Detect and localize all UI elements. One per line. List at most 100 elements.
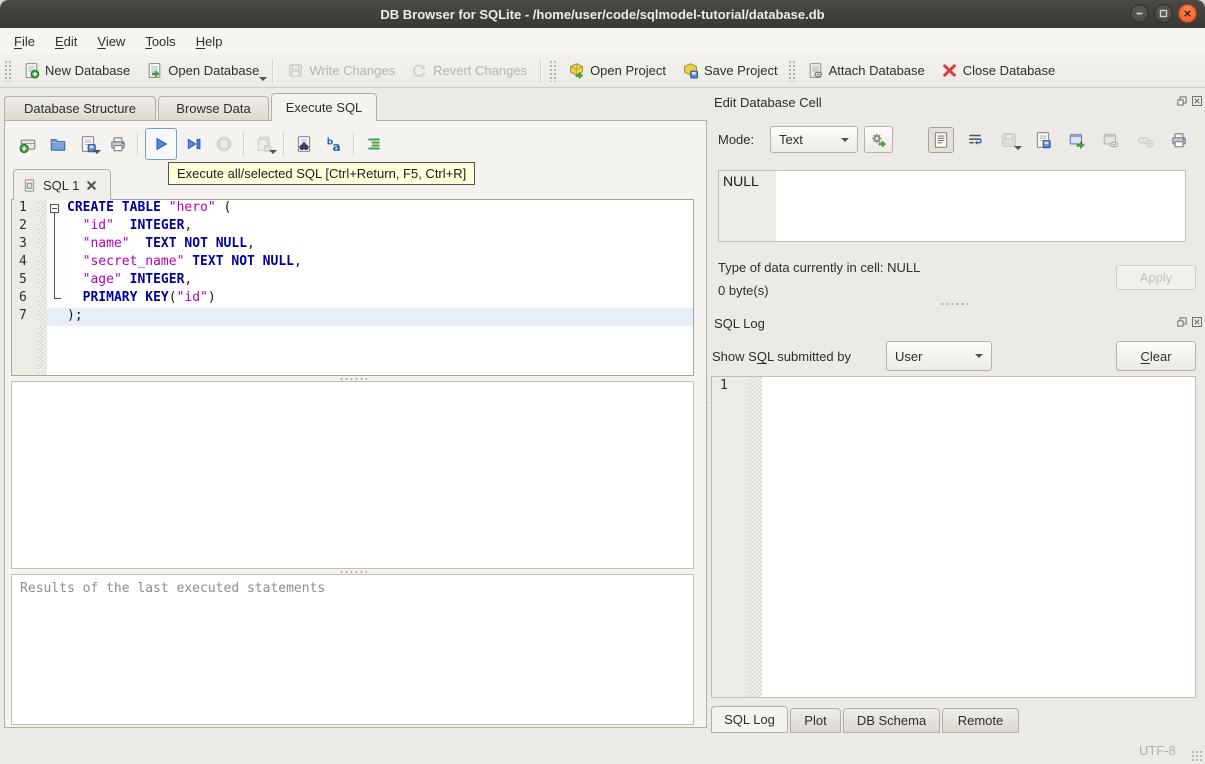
fold-margin[interactable]	[47, 254, 65, 272]
fold-margin[interactable]	[47, 290, 65, 308]
code-text: CREATE TABLE "hero" (	[67, 200, 232, 215]
cell-value-editor[interactable]: NULL	[718, 170, 1186, 242]
menu-tools[interactable]: Tools	[135, 31, 185, 52]
attach-database-button[interactable]: Attach Database	[799, 57, 933, 84]
open-sql-file-button[interactable]	[45, 131, 71, 157]
float-panel-icon[interactable]	[1176, 316, 1188, 328]
maximize-icon[interactable]	[1154, 4, 1173, 23]
toolbar-drag-handle[interactable]	[549, 59, 559, 82]
dock-tab-sql-log[interactable]: SQL Log	[711, 706, 788, 733]
dock-tab-plot[interactable]: Plot	[790, 708, 841, 733]
code-text: "id" INTEGER,	[82, 218, 193, 233]
tab-database-structure[interactable]: Database Structure	[4, 96, 156, 120]
set-null-button	[1132, 127, 1158, 153]
line-number: 7	[12, 308, 38, 326]
editor-empty-area[interactable]	[12, 326, 693, 375]
close-panel-icon[interactable]	[1191, 95, 1203, 107]
auto-indent-button[interactable]	[361, 131, 387, 157]
dock-tab-db-schema[interactable]: DB Schema	[843, 708, 940, 733]
fold-margin[interactable]	[47, 272, 65, 290]
editor-line-7[interactable]: 7);	[12, 308, 693, 326]
editor-line-3[interactable]: 3 "name" TEXT NOT NULL,	[12, 236, 693, 254]
mode-select[interactable]: Text	[770, 126, 858, 153]
find-replace-button[interactable]	[291, 131, 317, 157]
dropdown-caret-icon[interactable]	[1014, 146, 1022, 150]
fold-margin[interactable]	[47, 308, 65, 326]
close-database-button[interactable]: Close Database	[933, 57, 1064, 84]
apply-button[interactable]: Apply	[1116, 265, 1196, 290]
menu-edit[interactable]: Edit	[45, 31, 87, 52]
execute-tooltip: Execute all/selected SQL [Ctrl+Return, F…	[168, 162, 476, 185]
results-message-area[interactable]: Results of the last executed statements	[11, 574, 694, 725]
code-text: PRIMARY KEY("id")	[82, 290, 216, 305]
db-browser-window: DB Browser for SQLite - /home/user/code/…	[0, 0, 1205, 764]
close-icon[interactable]	[1178, 4, 1197, 23]
close-database-icon	[942, 64, 956, 77]
menu-view[interactable]: View	[87, 31, 135, 52]
close-tab-icon[interactable]	[85, 179, 98, 192]
fold-margin[interactable]	[47, 218, 65, 236]
dock-tab-remote[interactable]: Remote	[942, 708, 1019, 733]
line-number: 3	[12, 236, 38, 254]
save-sql-file-button[interactable]	[75, 131, 101, 157]
main-toolbar: New Database Open Database Write Changes Re…	[0, 54, 1205, 88]
open-project-button[interactable]: Open Project	[560, 57, 674, 84]
dropdown-caret-icon[interactable]	[93, 150, 101, 154]
results-grid[interactable]	[11, 381, 694, 569]
tab-browse-data[interactable]: Browse Data	[158, 96, 269, 120]
toolbar-separator	[243, 132, 245, 156]
editor-line-5[interactable]: 5 "age" INTEGER,	[12, 272, 693, 290]
fold-margin[interactable]	[47, 236, 65, 254]
editor-line-2[interactable]: 2 "id" INTEGER,	[12, 218, 693, 236]
sql-editor[interactable]: 1 CREATE TABLE "hero" (2 "id" INTEGER, 3 "…	[11, 199, 694, 376]
revert-changes-icon	[413, 64, 426, 77]
clear-log-button[interactable]: Clear	[1116, 341, 1196, 371]
toolbar-separator	[272, 58, 275, 83]
marker-margin	[38, 272, 47, 290]
menu-help[interactable]: Help	[186, 31, 233, 52]
editor-line-1[interactable]: 1 CREATE TABLE "hero" (	[12, 200, 693, 218]
log-filter-select[interactable]: User	[886, 341, 992, 371]
editor-line-4[interactable]: 4 "secret_name" TEXT NOT NULL,	[12, 254, 693, 272]
execute-all-icon	[156, 137, 168, 151]
sql-tab[interactable]: SQL 1	[13, 169, 111, 200]
code-text: );	[65, 308, 693, 326]
dock-splitter[interactable]	[711, 301, 1196, 306]
log-fold-margin	[746, 377, 762, 697]
resize-grip-icon[interactable]	[1191, 750, 1203, 762]
titlebar[interactable]: DB Browser for SQLite - /home/user/code/…	[0, 0, 1205, 28]
stop-button	[211, 131, 237, 157]
dropdown-caret-icon[interactable]	[259, 77, 268, 81]
open-database-button[interactable]: Open Database	[138, 57, 268, 84]
format-sql-button[interactable]: ba	[321, 131, 347, 157]
save-project-icon	[683, 63, 698, 79]
gear-icon	[872, 133, 887, 148]
marker-margin	[38, 218, 47, 236]
sql-log-view[interactable]: 1	[711, 376, 1196, 698]
close-panel-icon[interactable]	[1191, 316, 1203, 328]
export-data-button[interactable]	[1030, 127, 1056, 153]
stop-icon	[216, 136, 232, 152]
execute-all-button[interactable]	[145, 128, 177, 160]
print-cell-button[interactable]	[1166, 127, 1192, 153]
execute-line-button[interactable]	[181, 131, 207, 157]
line-number: 6	[12, 290, 38, 308]
menu-file[interactable]: File	[4, 31, 45, 52]
fold-margin[interactable]	[47, 200, 65, 218]
editor-line-6[interactable]: 6 PRIMARY KEY("id")	[12, 290, 693, 308]
text-mode-button[interactable]	[928, 127, 954, 153]
print-button[interactable]	[105, 131, 131, 157]
float-panel-icon[interactable]	[1176, 95, 1188, 107]
open-external-button[interactable]	[1064, 127, 1090, 153]
new-database-button[interactable]: New Database	[15, 57, 138, 84]
sql-log-dock-buttons	[1176, 316, 1203, 328]
open-tab-button[interactable]	[15, 131, 41, 157]
auto-switch-mode-button[interactable]	[864, 126, 893, 153]
dropdown-caret-icon[interactable]	[269, 150, 277, 154]
minimize-icon[interactable]	[1130, 4, 1149, 23]
word-wrap-button[interactable]	[962, 127, 988, 153]
toolbar-drag-handle[interactable]	[4, 59, 13, 82]
save-project-button[interactable]: Save Project	[674, 57, 786, 84]
toolbar-drag-handle[interactable]	[787, 59, 797, 82]
tab-execute-sql[interactable]: Execute SQL	[271, 93, 377, 121]
